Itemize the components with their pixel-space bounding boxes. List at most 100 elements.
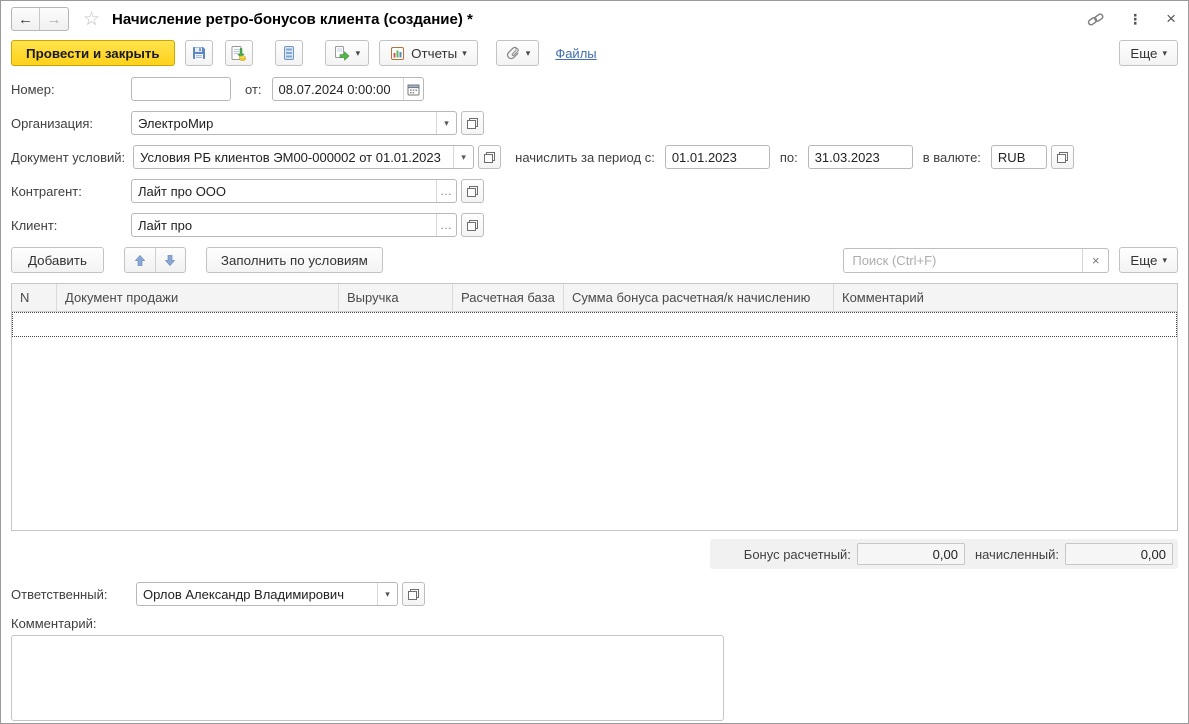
currency-open-button[interactable] [1050,145,1074,169]
add-row-button[interactable]: Добавить [11,247,104,273]
create-based-on-button[interactable]: ▾ [324,40,370,66]
client-field[interactable]: Лайт про … [131,213,457,237]
client-label: Клиент: [11,217,58,233]
col-header-revenue[interactable]: Выручка [339,284,453,311]
attachments-button[interactable]: ▾ [495,40,540,66]
choose-ellipsis-icon[interactable]: … [436,180,456,202]
responsible-open-button[interactable] [402,582,425,606]
form-more-button[interactable]: Еще ▾ [1119,40,1178,66]
arrow-up-icon [134,254,146,267]
move-row-group [123,247,186,273]
organization-row: Организация: ЭлектроМир ▾ [11,111,1178,135]
move-up-button[interactable] [125,248,155,272]
kebab-menu-icon[interactable]: ⋮ [1128,11,1142,28]
counterparty-row: Контрагент: Лайт про ООО … [11,179,1178,203]
currency-label: в валюте: [922,149,981,165]
reports-icon [390,46,405,61]
col-header-bonus-amount[interactable]: Сумма бонуса расчетная/к начислению [564,284,834,311]
bottom-area: Ответственный: Орлов Александр Владимиро… [1,569,1188,723]
responsible-row: Ответственный: Орлов Александр Владимиро… [11,582,1178,606]
open-icon [484,151,496,163]
col-header-comment[interactable]: Комментарий [834,284,1177,311]
comment-label: Комментарий: [11,616,97,631]
terms-doc-row: Документ условий: Условия РБ клиентов ЭМ… [11,145,1178,169]
counterparty-value: Лайт про ООО [138,183,227,199]
open-icon [408,588,419,600]
table-more-button[interactable]: Еще ▾ [1119,247,1178,273]
link-icon[interactable] [1087,11,1104,28]
more-label: Еще [1130,252,1158,268]
organization-open-button[interactable] [461,111,484,135]
date-label: от: [245,81,262,97]
terms-doc-open-button[interactable] [478,145,502,169]
post-document-icon [230,45,247,62]
organization-field[interactable]: ЭлектроМир ▾ [131,111,457,135]
col-header-sales-doc[interactable]: Документ продажи [57,284,339,311]
period-to-input[interactable] [807,145,913,169]
open-icon [467,219,478,231]
page-title: Начисление ретро-бонусов клиента (создан… [112,10,473,28]
open-icon [467,185,478,197]
number-row: Номер: от: 08.07.2024 0:00:00 [11,77,1178,101]
currency-input[interactable] [990,145,1047,169]
dropdown-caret-icon[interactable]: ▾ [436,112,456,134]
reports-button[interactable]: Отчеты ▾ [379,40,478,66]
responsible-label: Ответственный: [11,586,108,602]
table-command-bar: Добавить Заполнить по условиям × Еще ▾ [11,247,1178,273]
table-row[interactable] [12,312,1177,337]
back-button[interactable]: ← [12,8,40,30]
counterparty-label: Контрагент: [11,183,82,199]
save-icon [191,45,207,61]
fill-by-terms-button[interactable]: Заполнить по условиям [205,247,383,273]
search-clear-icon[interactable]: × [1082,248,1109,272]
bonus-calculated-label: Бонус расчетный: [743,546,851,562]
terms-doc-label: Документ условий: [11,149,126,165]
counterparty-open-button[interactable] [461,179,484,203]
calendar-icon[interactable] [402,78,423,100]
client-value: Лайт про [138,217,193,233]
reports-label: Отчеты [411,45,458,61]
period-from-input[interactable] [664,145,770,169]
col-header-n[interactable]: N [12,284,57,311]
open-icon [467,117,478,129]
choose-ellipsis-icon[interactable]: … [436,214,456,236]
bonus-calculated-value: 0,00 [856,543,965,565]
date-value: 08.07.2024 0:00:00 [278,81,391,97]
post-and-close-button[interactable]: Провести и закрыть [11,40,175,66]
date-field[interactable]: 08.07.2024 0:00:00 [271,77,424,101]
terms-doc-field[interactable]: Условия РБ клиентов ЭМ00-000002 от 01.01… [133,145,475,169]
dropdown-caret-icon[interactable]: ▾ [453,146,473,168]
files-link[interactable]: Файлы [555,46,596,61]
close-icon[interactable]: × [1166,9,1176,29]
terms-doc-value: Условия РБ клиентов ЭМ00-000002 от 01.01… [140,149,441,165]
search-input[interactable] [844,248,1083,272]
dropdown-caret-icon: ▾ [1162,254,1167,265]
client-row: Клиент: Лайт про … [11,213,1178,237]
comment-textarea[interactable] [11,635,724,721]
forward-button[interactable]: → [40,8,68,30]
favorite-star-icon[interactable]: ☆ [83,8,100,31]
counterparty-field[interactable]: Лайт про ООО … [131,179,457,203]
dropdown-caret-icon[interactable]: ▾ [377,583,397,605]
responsible-field[interactable]: Орлов Александр Владимирович ▾ [136,582,398,606]
col-header-calc-base[interactable]: Расчетная база [453,284,564,311]
toolbar: Провести и закрыть ▾ Отчеты ▾ ▾ Файлы [1,37,1188,69]
more-label: Еще [1130,45,1158,61]
dropdown-caret-icon: ▾ [1162,47,1167,58]
save-button[interactable] [184,40,213,66]
table-body[interactable] [12,312,1177,531]
period-from-label: начислить за период с: [515,149,655,165]
responsible-value: Орлов Александр Владимирович [143,586,344,602]
number-input[interactable] [131,77,231,101]
register-records-button[interactable] [274,40,303,66]
dropdown-caret-icon: ▾ [355,47,361,58]
post-document-button[interactable] [224,40,253,66]
organization-value: ЭлектроМир [138,115,214,131]
number-label: Номер: [11,81,55,97]
forward-icon: → [46,10,62,28]
arrow-down-icon [164,254,176,267]
window-controls: ⋮ × [1087,9,1176,29]
client-open-button[interactable] [461,213,484,237]
search-group: × [843,247,1110,273]
move-down-button[interactable] [154,248,185,272]
